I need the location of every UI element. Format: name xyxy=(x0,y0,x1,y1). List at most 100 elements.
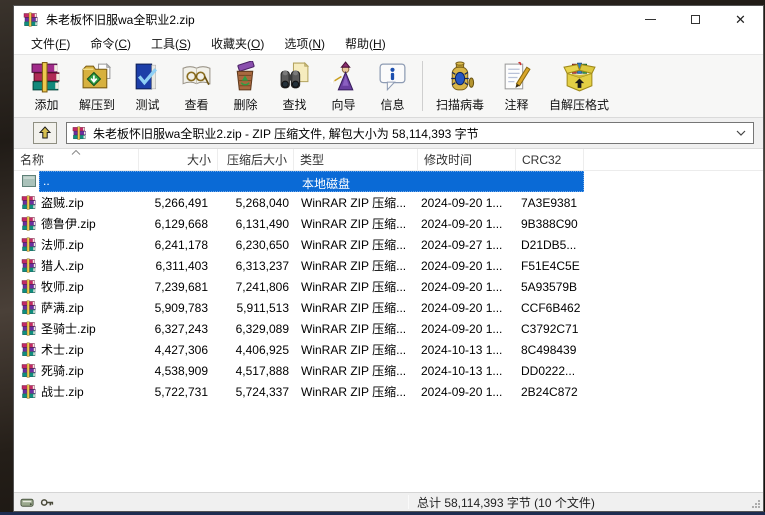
zip-archive-icon xyxy=(21,384,37,400)
parent-directory-row[interactable]: .. 本地磁盘 xyxy=(14,171,763,192)
menu-file[interactable]: 文件(F) xyxy=(21,33,80,54)
address-bar: 朱老板怀旧服wa全职业2.zip - ZIP 压缩文件, 解包大小为 58,11… xyxy=(14,118,763,149)
file-packed-size: 6,230,650 xyxy=(235,237,289,252)
table-row[interactable]: 萨满.zip 5,909,783 5,911,513 WinRAR ZIP 压缩… xyxy=(14,297,763,318)
wizard-button[interactable]: 向导 xyxy=(319,58,368,115)
table-row[interactable]: 战士.zip 5,722,731 5,724,337 WinRAR ZIP 压缩… xyxy=(14,381,763,402)
file-type: WinRAR ZIP 压缩... xyxy=(301,259,407,273)
file-size: 5,909,783 xyxy=(154,300,208,315)
file-type: WinRAR ZIP 压缩... xyxy=(301,238,407,252)
minimize-button[interactable] xyxy=(628,6,673,33)
file-rows: 盗贼.zip 5,266,491 5,268,040 WinRAR ZIP 压缩… xyxy=(14,192,763,402)
file-packed-size: 5,724,337 xyxy=(235,384,289,399)
file-packed-size: 5,911,513 xyxy=(236,300,290,315)
extract-to-icon xyxy=(81,61,114,94)
table-row[interactable]: 死骑.zip 4,538,909 4,517,888 WinRAR ZIP 压缩… xyxy=(14,360,763,381)
extract-to-button[interactable]: 解压到 xyxy=(71,58,123,115)
file-name: 圣骑士.zip xyxy=(41,322,96,336)
close-icon: ✕ xyxy=(735,11,746,27)
file-crc32: 2B24C872 xyxy=(521,384,578,399)
file-name: 德鲁伊.zip xyxy=(41,217,96,231)
table-row[interactable]: 术士.zip 4,427,306 4,406,925 WinRAR ZIP 压缩… xyxy=(14,339,763,360)
comment-icon xyxy=(500,61,533,94)
file-size: 6,129,668 xyxy=(154,216,208,231)
zip-archive-icon xyxy=(21,237,37,253)
file-type: WinRAR ZIP 压缩... xyxy=(301,364,407,378)
file-name: 猎人.zip xyxy=(41,259,84,273)
menu-commands[interactable]: 命令(C) xyxy=(80,33,141,54)
menu-tools[interactable]: 工具(S) xyxy=(141,33,201,54)
file-name: 牧师.zip xyxy=(41,280,84,294)
zip-archive-icon xyxy=(21,216,37,232)
winrar-window: 朱老板怀旧服wa全职业2.zip ✕ 文件(F) 命令(C) 工具(S) 收藏夹… xyxy=(13,5,764,512)
comment-button[interactable]: 注释 xyxy=(492,58,541,115)
info-icon xyxy=(376,61,409,94)
file-name: 法师.zip xyxy=(41,238,84,252)
disk-icon[interactable] xyxy=(20,495,35,510)
file-modified-time: 2024-09-27 1... xyxy=(421,237,503,252)
file-packed-size: 6,313,237 xyxy=(235,258,289,273)
menu-favorites[interactable]: 收藏夹(O) xyxy=(201,33,274,54)
file-size: 4,427,306 xyxy=(154,342,208,357)
table-row[interactable]: 德鲁伊.zip 6,129,668 6,131,490 WinRAR ZIP 压… xyxy=(14,213,763,234)
file-name: 战士.zip xyxy=(41,385,84,399)
file-size: 6,241,178 xyxy=(154,237,208,252)
file-crc32: 5A93579B xyxy=(521,279,578,294)
menu-help[interactable]: 帮助(H) xyxy=(335,33,396,54)
info-button[interactable]: 信息 xyxy=(368,58,417,115)
archive-path-value: 朱老板怀旧服wa全职业2.zip - ZIP 压缩文件, 解包大小为 58,11… xyxy=(93,126,479,141)
sfx-button[interactable]: 自解压格式 xyxy=(541,58,617,115)
status-bar: 总计 58,114,393 字节 (10 个文件) xyxy=(14,492,763,511)
file-crc32: 9B388C90 xyxy=(521,216,578,231)
wizard-icon xyxy=(327,61,360,94)
column-header-packed[interactable]: 压缩后大小 xyxy=(218,149,294,170)
file-modified-time: 2024-09-20 1... xyxy=(421,195,503,210)
file-name: 萨满.zip xyxy=(41,301,84,315)
delete-icon xyxy=(229,61,262,94)
table-row[interactable]: 法师.zip 6,241,178 6,230,650 WinRAR ZIP 压缩… xyxy=(14,234,763,255)
archive-path-combobox[interactable]: 朱老板怀旧服wa全职业2.zip - ZIP 压缩文件, 解包大小为 58,11… xyxy=(66,122,754,144)
chevron-down-icon[interactable] xyxy=(736,130,746,136)
table-row[interactable]: 盗贼.zip 5,266,491 5,268,040 WinRAR ZIP 压缩… xyxy=(14,192,763,213)
window-title: 朱老板怀旧服wa全职业2.zip xyxy=(46,13,195,27)
maximize-icon xyxy=(691,15,700,24)
column-header-name[interactable]: 名称 xyxy=(14,149,139,170)
view-button[interactable]: 查看 xyxy=(172,58,221,115)
column-header-modified[interactable]: 修改时间 xyxy=(418,149,516,170)
file-crc32: 7A3E9381 xyxy=(521,195,578,210)
file-modified-time: 2024-09-20 1... xyxy=(421,216,503,231)
statusbar-separator xyxy=(408,495,409,509)
zip-archive-icon xyxy=(21,321,37,337)
zip-archive-icon xyxy=(21,300,37,316)
file-name: 盗贼.zip xyxy=(41,196,84,210)
find-button[interactable]: 查找 xyxy=(270,58,319,115)
zip-archive-icon xyxy=(21,363,37,379)
menu-options[interactable]: 选项(N) xyxy=(274,33,335,54)
column-header-size[interactable]: 大小 xyxy=(139,149,218,170)
up-directory-icon xyxy=(37,125,53,141)
add-button[interactable]: 添加 xyxy=(22,58,71,115)
table-row[interactable]: 圣骑士.zip 6,327,243 6,329,089 WinRAR ZIP 压… xyxy=(14,318,763,339)
column-header-type[interactable]: 类型 xyxy=(294,149,418,170)
file-modified-time: 2024-10-13 1... xyxy=(421,363,503,378)
file-type: WinRAR ZIP 压缩... xyxy=(301,343,407,357)
test-button[interactable]: 测试 xyxy=(123,58,172,115)
column-header-crc32[interactable]: CRC32 xyxy=(516,149,584,170)
file-crc32: C3792C71 xyxy=(521,321,579,336)
table-row[interactable]: 猎人.zip 6,311,403 6,313,237 WinRAR ZIP 压缩… xyxy=(14,255,763,276)
resize-grip[interactable] xyxy=(751,499,761,509)
file-packed-size: 7,241,806 xyxy=(235,279,289,294)
delete-button[interactable]: 删除 xyxy=(221,58,270,115)
up-directory-button[interactable] xyxy=(33,122,57,144)
maximize-button[interactable] xyxy=(673,6,718,33)
file-name: 死骑.zip xyxy=(41,364,84,378)
file-type: WinRAR ZIP 压缩... xyxy=(301,322,407,336)
key-icon[interactable] xyxy=(40,495,55,510)
selection-highlight: .. 本地磁盘 xyxy=(39,171,584,192)
test-archive-icon xyxy=(131,61,164,94)
table-row[interactable]: 牧师.zip 7,239,681 7,241,806 WinRAR ZIP 压缩… xyxy=(14,276,763,297)
close-button[interactable]: ✕ xyxy=(718,6,763,33)
zip-archive-icon xyxy=(21,258,37,274)
file-size: 4,538,909 xyxy=(154,363,208,378)
scan-virus-button[interactable]: 扫描病毒 xyxy=(428,58,492,115)
